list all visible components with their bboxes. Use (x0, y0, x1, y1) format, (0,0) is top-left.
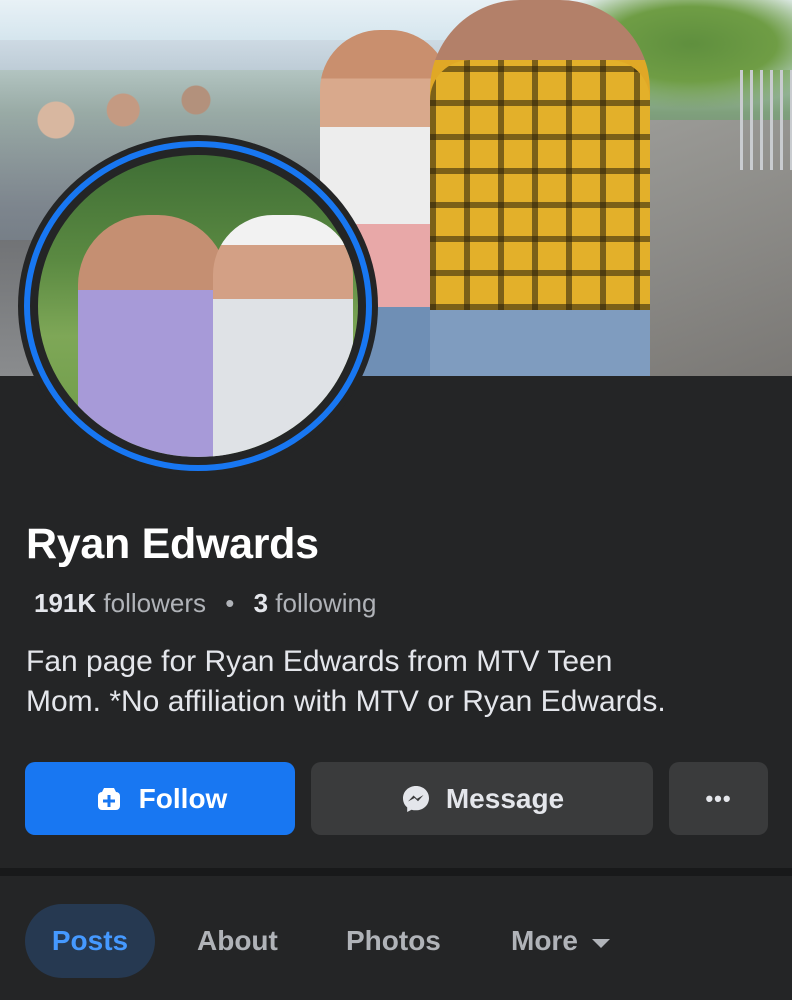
followers-label[interactable]: followers (103, 588, 206, 618)
message-button-label: Message (445, 782, 565, 814)
profile-avatar[interactable] (24, 141, 372, 471)
follow-plus-icon (97, 787, 120, 810)
cover-railing (740, 70, 792, 170)
tab-about-label: About (197, 925, 278, 956)
tab-more[interactable]: More (511, 904, 610, 978)
followers-count[interactable]: 191K (34, 588, 96, 618)
bio-line-2: Mom. *No affiliation with MTV or Ryan Ed… (26, 685, 666, 718)
profile-stats: 191K followers • 3 following (34, 588, 376, 619)
follow-button[interactable]: Follow (25, 762, 295, 835)
messenger-icon (402, 785, 429, 812)
bio-line-1: Fan page for Ryan Edwards from MTV Teen (26, 645, 613, 678)
avatar-person-right (213, 215, 353, 457)
more-options-icon: ••• (705, 785, 732, 811)
tab-photos[interactable]: Photos (346, 904, 441, 978)
tab-posts[interactable]: Posts (25, 904, 155, 978)
profile-name: Ryan Edwards (26, 520, 319, 568)
message-button[interactable]: Message (311, 762, 653, 835)
cover-plaid-shirt (430, 60, 650, 310)
profile-tabs: Posts About Photos More (0, 904, 792, 978)
tab-photos-label: Photos (346, 925, 441, 956)
profile-bio: Fan page for Ryan Edwards from MTV Teen … (26, 642, 776, 722)
tab-about[interactable]: About (197, 904, 278, 978)
avatar-photo (38, 155, 358, 457)
more-options-button[interactable]: ••• (669, 762, 768, 835)
avatar-person-left (78, 215, 228, 457)
section-divider (0, 868, 792, 876)
following-label[interactable]: following (275, 588, 376, 618)
tab-more-label: More (511, 925, 578, 956)
caret-down-icon (591, 938, 610, 948)
stats-separator: • (225, 588, 235, 618)
tab-posts-label: Posts (51, 925, 129, 956)
following-count[interactable]: 3 (254, 588, 268, 618)
follow-button-label: Follow (138, 782, 228, 814)
